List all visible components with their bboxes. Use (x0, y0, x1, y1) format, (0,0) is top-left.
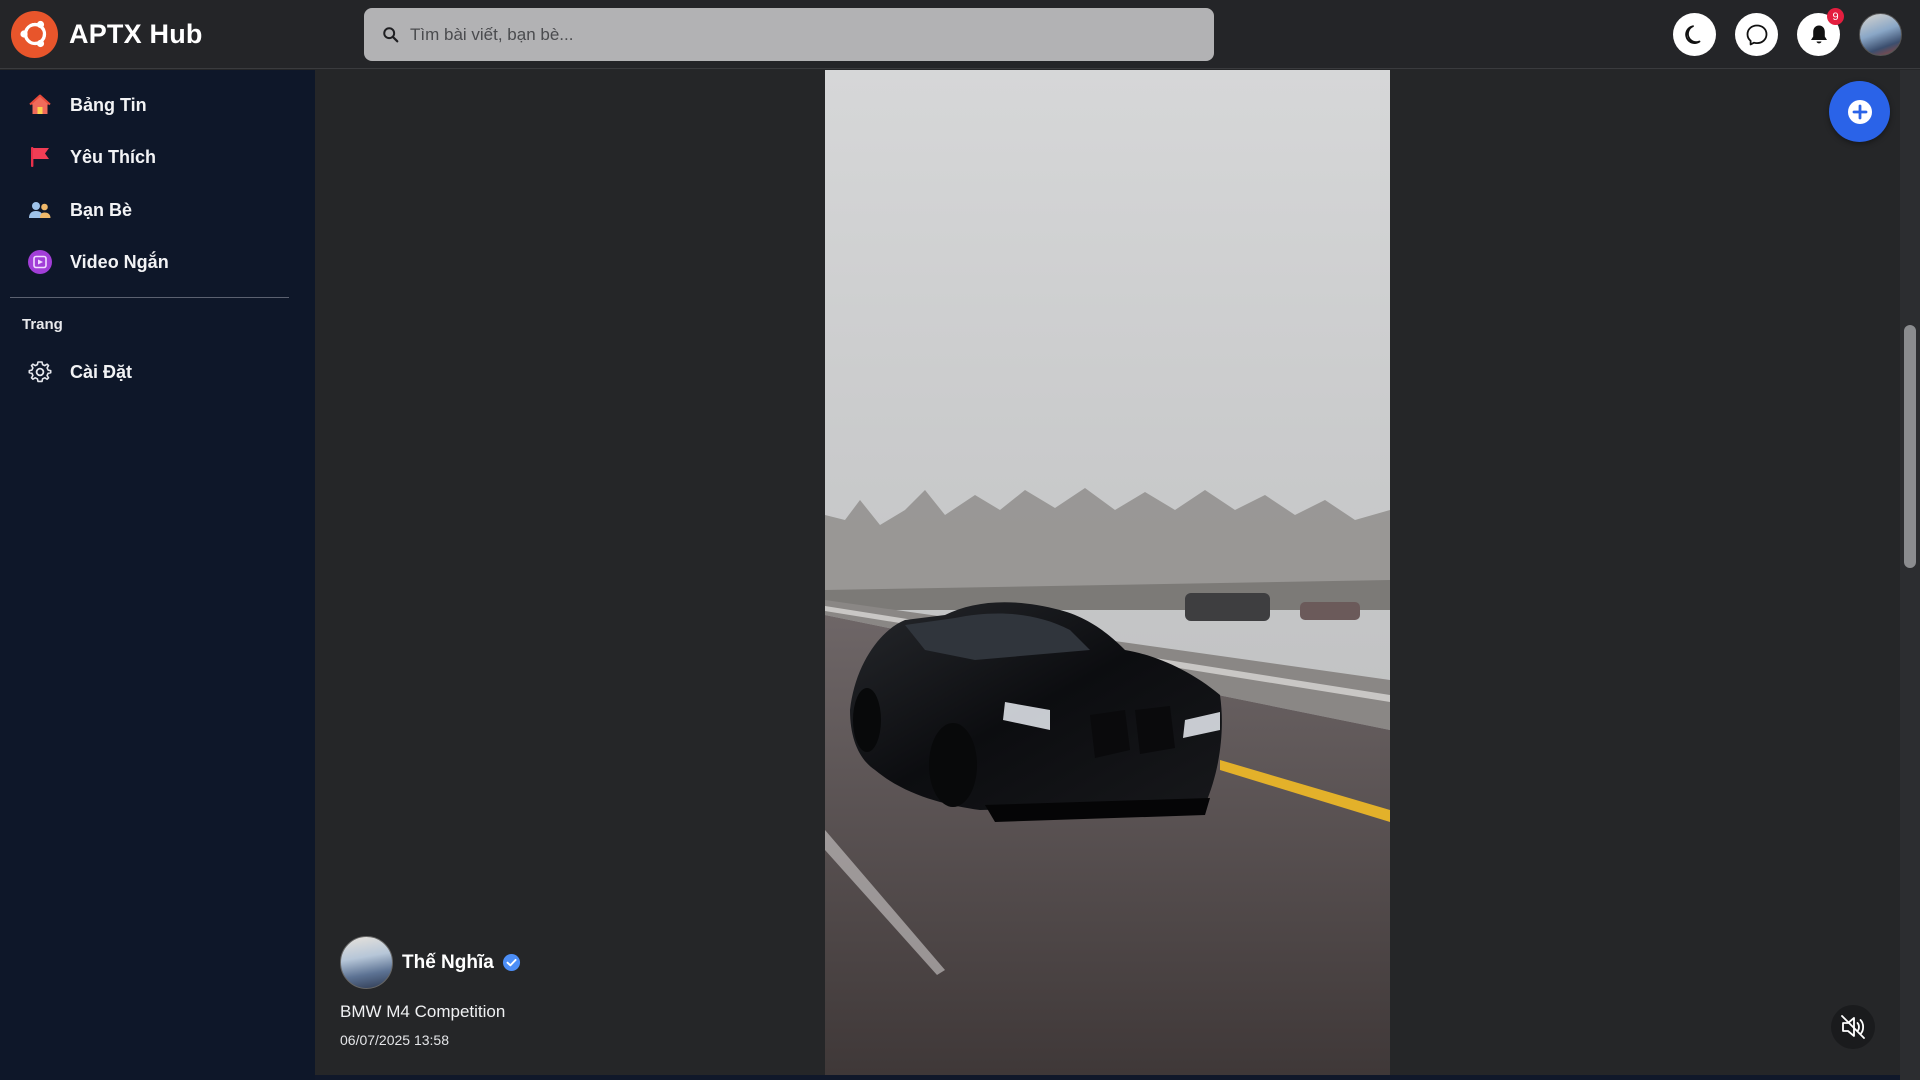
messages-button[interactable] (1735, 13, 1778, 56)
gear-icon (27, 359, 53, 385)
sidebar-item-settings[interactable]: Cài Đặt (27, 352, 132, 392)
ubuntu-logo-icon (11, 10, 58, 58)
top-bar: APTX Hub 9 (0, 0, 1920, 69)
sidebar-item-friends[interactable]: Bạn Bè (27, 190, 132, 230)
post-timestamp: 06/07/2025 13:58 (340, 1032, 449, 1048)
friends-icon (27, 197, 53, 223)
user-avatar[interactable] (1859, 13, 1902, 56)
sidebar-item-label: Bạn Bè (70, 199, 133, 220)
mute-toggle-button[interactable] (1831, 1005, 1875, 1049)
sidebar-section-label: Trang (22, 316, 63, 333)
sidebar-item-label: Bảng Tin (70, 94, 147, 115)
notifications-button[interactable]: 9 (1797, 8, 1844, 56)
sidebar-divider (10, 297, 289, 298)
sidebar-item-favorites[interactable]: Yêu Thích (27, 137, 156, 177)
video-frame (825, 70, 1390, 1075)
app-logo-link[interactable]: APTX Hub (11, 10, 203, 58)
sidebar-item-label: Yêu Thích (70, 146, 157, 167)
flag-icon (27, 144, 53, 170)
plus-circle-icon (1847, 99, 1872, 124)
search-icon (383, 26, 399, 42)
volume-muted-icon (1841, 1015, 1865, 1039)
sidebar-item-short-videos[interactable]: Video Ngắn (27, 242, 169, 282)
sidebar-item-label: Video Ngắn (70, 251, 169, 272)
short-video-player[interactable] (825, 70, 1390, 1075)
sidebar-item-label: Cài Đặt (70, 361, 133, 382)
video-icon (27, 249, 53, 275)
scrollbar-thumb[interactable] (1904, 325, 1916, 568)
create-post-button[interactable] (1829, 81, 1890, 142)
author-avatar[interactable] (340, 936, 393, 989)
app-title: APTX Hub (69, 18, 203, 49)
messenger-icon (1746, 24, 1767, 45)
verified-badge-icon (502, 953, 520, 972)
post-author[interactable]: Thế Nghĩa (340, 936, 521, 989)
search-input[interactable] (410, 14, 1190, 55)
dark-mode-button[interactable] (1673, 13, 1716, 56)
moon-icon (1684, 24, 1700, 44)
home-icon (27, 92, 53, 118)
author-name[interactable]: Thế Nghĩa (402, 952, 494, 974)
post-caption: BMW M4 Competition (340, 1002, 506, 1021)
sidebar-item-news-feed[interactable]: Bảng Tin (27, 85, 147, 125)
sidebar: Bảng Tin Yêu Thích Bạn Bè Video Ngắn Tra… (0, 70, 315, 1080)
notification-count-badge: 9 (1827, 8, 1844, 25)
page-scrollbar[interactable] (1900, 70, 1920, 1080)
bell-icon (1810, 25, 1827, 43)
header-actions: 9 (1673, 8, 1902, 56)
bottom-strip (315, 1075, 1905, 1080)
search-bar (364, 8, 1214, 61)
